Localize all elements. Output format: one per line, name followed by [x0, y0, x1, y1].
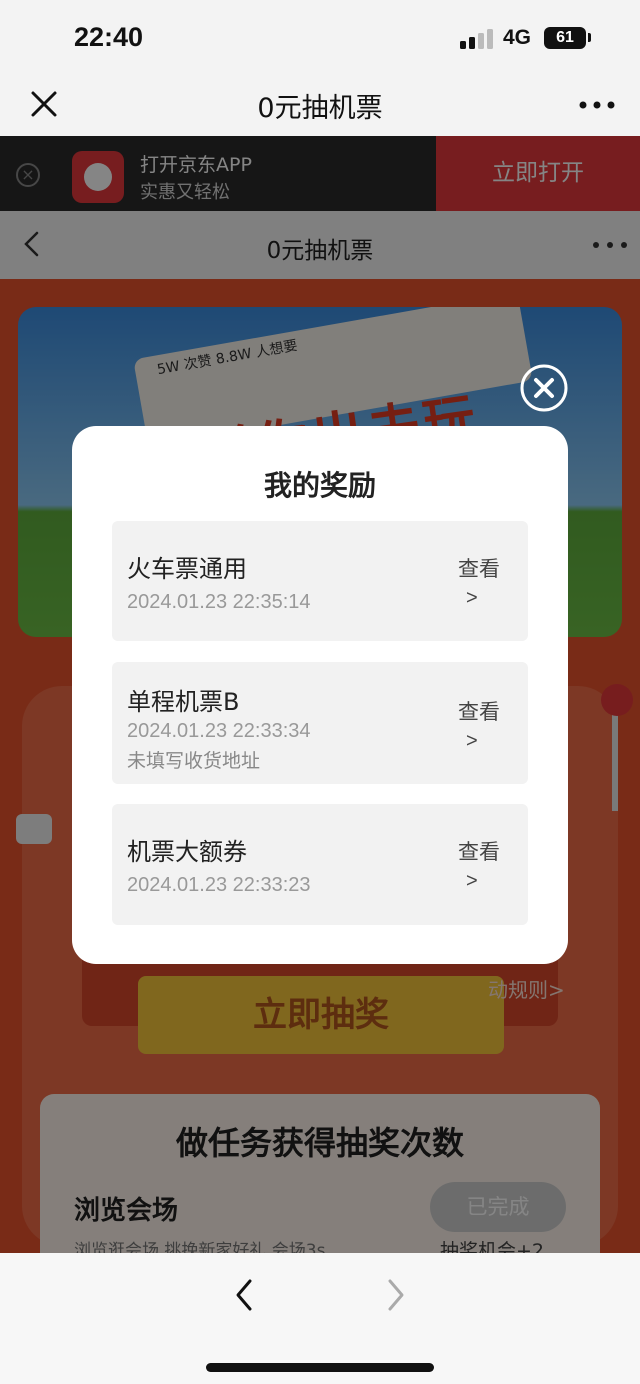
back-icon[interactable] — [230, 1277, 258, 1313]
view-arrow[interactable]: > — [466, 730, 478, 753]
signal-icon — [460, 29, 493, 49]
battery-level: 61 — [544, 27, 586, 49]
view-arrow[interactable]: > — [466, 870, 478, 893]
reward-item: 单程机票B 2024.01.23 22:33:34 未填写收货地址 查看 > — [112, 662, 528, 784]
reward-note: 未填写收货地址 — [127, 750, 261, 772]
page-title: 0元抽机票 — [257, 93, 383, 124]
view-button[interactable]: 查看 — [456, 553, 502, 583]
view-button[interactable]: 查看 — [456, 836, 502, 866]
modal-title: 我的奖励 — [263, 469, 376, 502]
reward-name: 单程机票B — [127, 688, 240, 716]
view-button[interactable]: 查看 — [456, 696, 502, 726]
reward-time: 2024.01.23 22:35:14 — [127, 591, 311, 613]
network-type: 4G — [503, 26, 532, 49]
title-bar: 0元抽机票 — [0, 72, 640, 136]
view-arrow[interactable]: > — [466, 587, 478, 610]
reward-time: 2024.01.23 22:33:23 — [127, 874, 311, 896]
more-icon[interactable] — [578, 100, 618, 110]
reward-item: 机票大额券 2024.01.23 22:33:23 查看 > — [112, 804, 528, 925]
reward-name: 机票大额券 — [127, 838, 247, 866]
rewards-modal: 我的奖励 火车票通用 2024.01.23 22:35:14 查看 > 单程机票… — [72, 426, 568, 964]
status-bar: 22:40 4G 61 — [0, 0, 640, 72]
reward-name: 火车票通用 — [127, 555, 247, 583]
home-indicator[interactable] — [206, 1363, 434, 1372]
status-time: 22:40 — [74, 22, 144, 52]
reward-item: 火车票通用 2024.01.23 22:35:14 查看 > — [112, 521, 528, 641]
bottom-nav-bar — [0, 1253, 640, 1384]
reward-time: 2024.01.23 22:33:34 — [127, 720, 311, 742]
battery-tip — [588, 33, 591, 42]
forward-icon[interactable] — [382, 1277, 410, 1313]
modal-close-icon[interactable] — [519, 363, 569, 413]
